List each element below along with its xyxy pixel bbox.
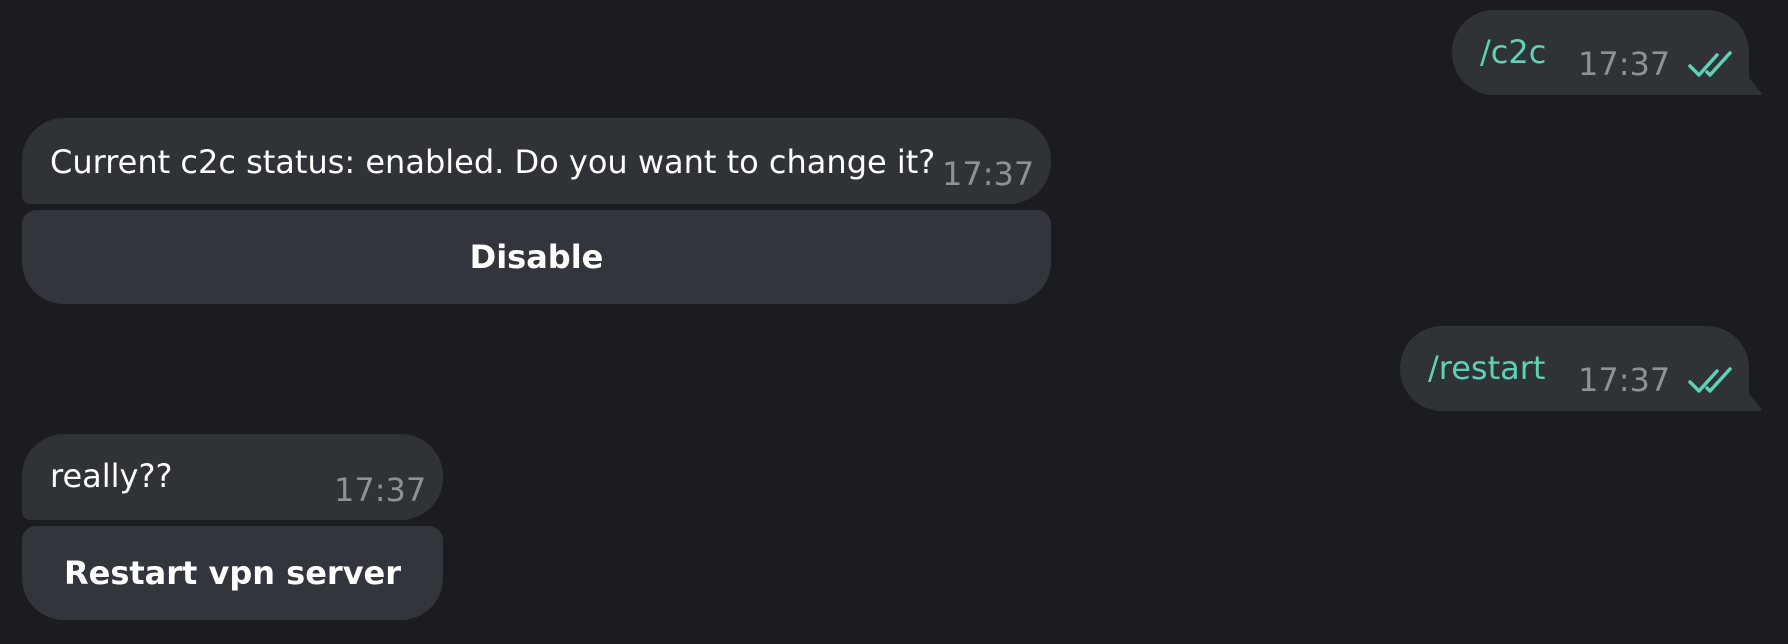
- double-check-icon: [1688, 367, 1732, 393]
- message-text: Current c2c status: enabled. Do you want…: [50, 143, 936, 181]
- disable-button[interactable]: Disable: [22, 210, 1051, 304]
- message-timestamp: 17:37: [1578, 45, 1671, 83]
- outgoing-message[interactable]: /restart 17:37: [1400, 326, 1749, 411]
- message-timestamp: 17:37: [334, 471, 427, 509]
- message-timestamp: 17:37: [1578, 361, 1671, 399]
- message-timestamp: 17:37: [942, 155, 1035, 193]
- command-link[interactable]: /restart: [1428, 348, 1545, 388]
- double-check-icon: [1688, 51, 1732, 77]
- restart-vpn-server-button[interactable]: Restart vpn server: [22, 526, 443, 620]
- command-link[interactable]: /c2c: [1480, 32, 1546, 72]
- message-text: really??: [50, 457, 173, 495]
- incoming-message: Current c2c status: enabled. Do you want…: [22, 118, 1051, 204]
- chat-history: /c2c 17:37 Current c2c status: enabled. …: [0, 0, 1788, 644]
- outgoing-message[interactable]: /c2c 17:37: [1452, 10, 1749, 95]
- incoming-message: really?? 17:37: [22, 434, 443, 520]
